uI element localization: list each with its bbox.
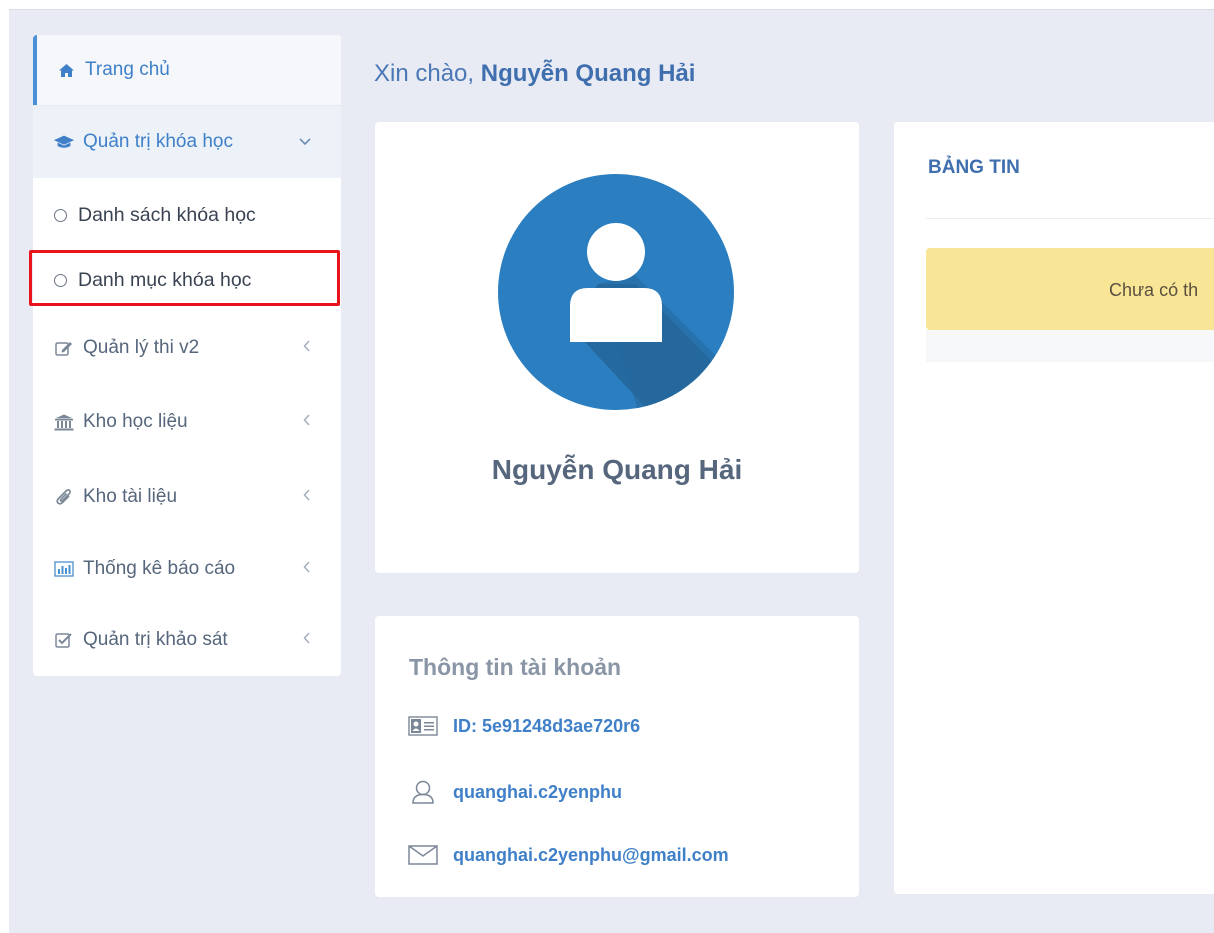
sidebar-item-label: Quản trị khóa học xyxy=(83,131,233,152)
sidebar-item-course-category[interactable]: Danh mục khóa học xyxy=(33,247,341,313)
graduation-cap-icon xyxy=(53,134,75,150)
greeting-name: Nguyễn Quang Hải xyxy=(480,60,696,87)
account-info-card: Thông tin tài khoản ID: 5e91248d3ae720r6… xyxy=(375,616,859,897)
chevron-left-icon xyxy=(303,413,311,431)
sidebar-item-home[interactable]: Trang chủ xyxy=(33,35,341,105)
divider xyxy=(926,218,1214,219)
news-empty-text: Chưa có th xyxy=(1109,280,1199,300)
check-square-icon xyxy=(53,632,75,648)
account-email-row: quanghai.c2yenphu@gmail.com xyxy=(407,842,729,868)
sidebar-item-label: Thống kê báo cáo xyxy=(83,558,236,579)
news-board: BẢNG TIN Chưa có th xyxy=(894,122,1214,894)
account-info-title: Thông tin tài khoản xyxy=(409,654,622,680)
paperclip-icon xyxy=(53,488,75,506)
chevron-left-icon xyxy=(303,631,311,649)
account-id-row: ID: 5e91248d3ae720r6 xyxy=(407,713,640,739)
avatar xyxy=(498,174,734,410)
sidebar-item-document-store[interactable]: Kho tài liệu xyxy=(33,460,341,534)
sidebar-item-label: Quản trị khảo sát xyxy=(83,629,228,650)
greeting-prefix: Xin chào, xyxy=(374,60,481,87)
sidebar: Trang chủ Quản trị khóa học Danh sách kh… xyxy=(33,35,341,676)
sidebar-item-label: Quản lý thi v2 xyxy=(83,337,200,358)
sidebar-item-statistics[interactable]: Thống kê báo cáo xyxy=(33,532,341,606)
sidebar-item-course-admin[interactable]: Quản trị khóa học xyxy=(33,105,341,178)
id-card-icon xyxy=(407,713,439,739)
sidebar-item-survey-admin[interactable]: Quản trị khảo sát xyxy=(33,603,341,676)
user-icon xyxy=(407,779,439,805)
sidebar-item-learning-materials[interactable]: Kho học liệu xyxy=(33,385,341,459)
chevron-left-icon xyxy=(303,488,311,506)
bar-chart-icon xyxy=(53,561,75,577)
account-username: quanghai.c2yenphu xyxy=(453,781,623,802)
account-username-row: quanghai.c2yenphu xyxy=(407,779,622,805)
edit-icon xyxy=(53,340,75,356)
sidebar-item-exam-v2[interactable]: Quản lý thi v2 xyxy=(33,311,341,385)
envelope-icon xyxy=(407,842,439,868)
sidebar-item-label: Kho học liệu xyxy=(83,411,188,432)
circle-icon xyxy=(54,208,67,222)
news-empty-alert: Chưa có th xyxy=(926,248,1214,330)
circle-icon xyxy=(54,273,67,287)
home-icon xyxy=(55,63,77,78)
profile-card: Nguyễn Quang Hải xyxy=(375,122,859,573)
chevron-down-icon xyxy=(299,133,311,151)
account-email[interactable]: quanghai.c2yenphu@gmail.com xyxy=(453,845,729,866)
news-list-area xyxy=(926,330,1214,362)
chevron-left-icon xyxy=(303,560,311,578)
sidebar-item-course-list[interactable]: Danh sách khóa học xyxy=(33,182,341,248)
sidebar-item-label: Danh mục khóa học xyxy=(78,268,252,291)
news-title: BẢNG TIN xyxy=(928,157,1020,178)
sidebar-item-label: Kho tài liệu xyxy=(83,486,178,507)
account-id: ID: 5e91248d3ae720r6 xyxy=(453,715,641,736)
institution-icon xyxy=(53,414,75,431)
sidebar-item-label: Trang chủ xyxy=(85,59,170,80)
chevron-left-icon xyxy=(303,339,311,357)
sidebar-item-label: Danh sách khóa học xyxy=(78,203,256,226)
greeting: Xin chào, Nguyễn Quang Hải xyxy=(374,60,695,88)
profile-name: Nguyễn Quang Hải xyxy=(491,454,743,485)
